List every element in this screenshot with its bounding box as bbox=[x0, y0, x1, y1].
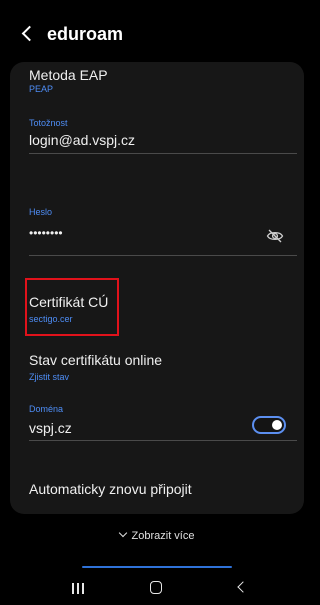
connect-button-edge[interactable] bbox=[82, 566, 232, 568]
password-label: Heslo bbox=[29, 207, 53, 217]
online-cert-status-label[interactable]: Stav certifikátu online bbox=[29, 352, 162, 368]
back-icon[interactable] bbox=[237, 581, 249, 593]
password-input[interactable]: •••••••• bbox=[29, 226, 63, 240]
domain-label: Doména bbox=[29, 404, 64, 414]
recent-apps-icon[interactable] bbox=[72, 583, 84, 594]
chevron-down-icon bbox=[118, 528, 127, 538]
domain-input[interactable]: vspj.cz bbox=[29, 420, 72, 436]
toggle-knob bbox=[272, 420, 282, 430]
chevron-left-icon[interactable] bbox=[21, 25, 38, 42]
eap-method-value: PEAP bbox=[29, 84, 54, 94]
eap-method-label[interactable]: Metoda EAP bbox=[29, 67, 108, 83]
page-title: eduroam bbox=[47, 24, 124, 44]
show-more-label: Zobrazit více bbox=[131, 530, 195, 542]
online-cert-status-value: Zjistit stav bbox=[29, 372, 70, 382]
eye-off-icon[interactable] bbox=[266, 227, 284, 245]
show-more-button[interactable]: Zobrazit více bbox=[0, 528, 314, 542]
auto-reconnect-label: Automaticky znovu připojit bbox=[29, 481, 192, 497]
identity-input[interactable]: login@ad.vspj.cz bbox=[29, 132, 135, 148]
navigation-bar bbox=[0, 570, 314, 605]
domain-underline bbox=[29, 440, 297, 441]
home-icon[interactable] bbox=[150, 581, 162, 594]
ca-certificate-label[interactable]: Certifikát CÚ bbox=[29, 294, 108, 310]
top-bar: eduroam bbox=[0, 0, 314, 62]
auto-reconnect-toggle[interactable] bbox=[252, 416, 286, 434]
identity-underline bbox=[29, 153, 297, 154]
ca-certificate-value: sectigo.cer bbox=[29, 314, 73, 324]
settings-card: Metoda EAP PEAP Totožnost login@ad.vspj.… bbox=[10, 62, 304, 514]
identity-label: Totožnost bbox=[29, 118, 68, 128]
password-underline bbox=[29, 255, 297, 256]
